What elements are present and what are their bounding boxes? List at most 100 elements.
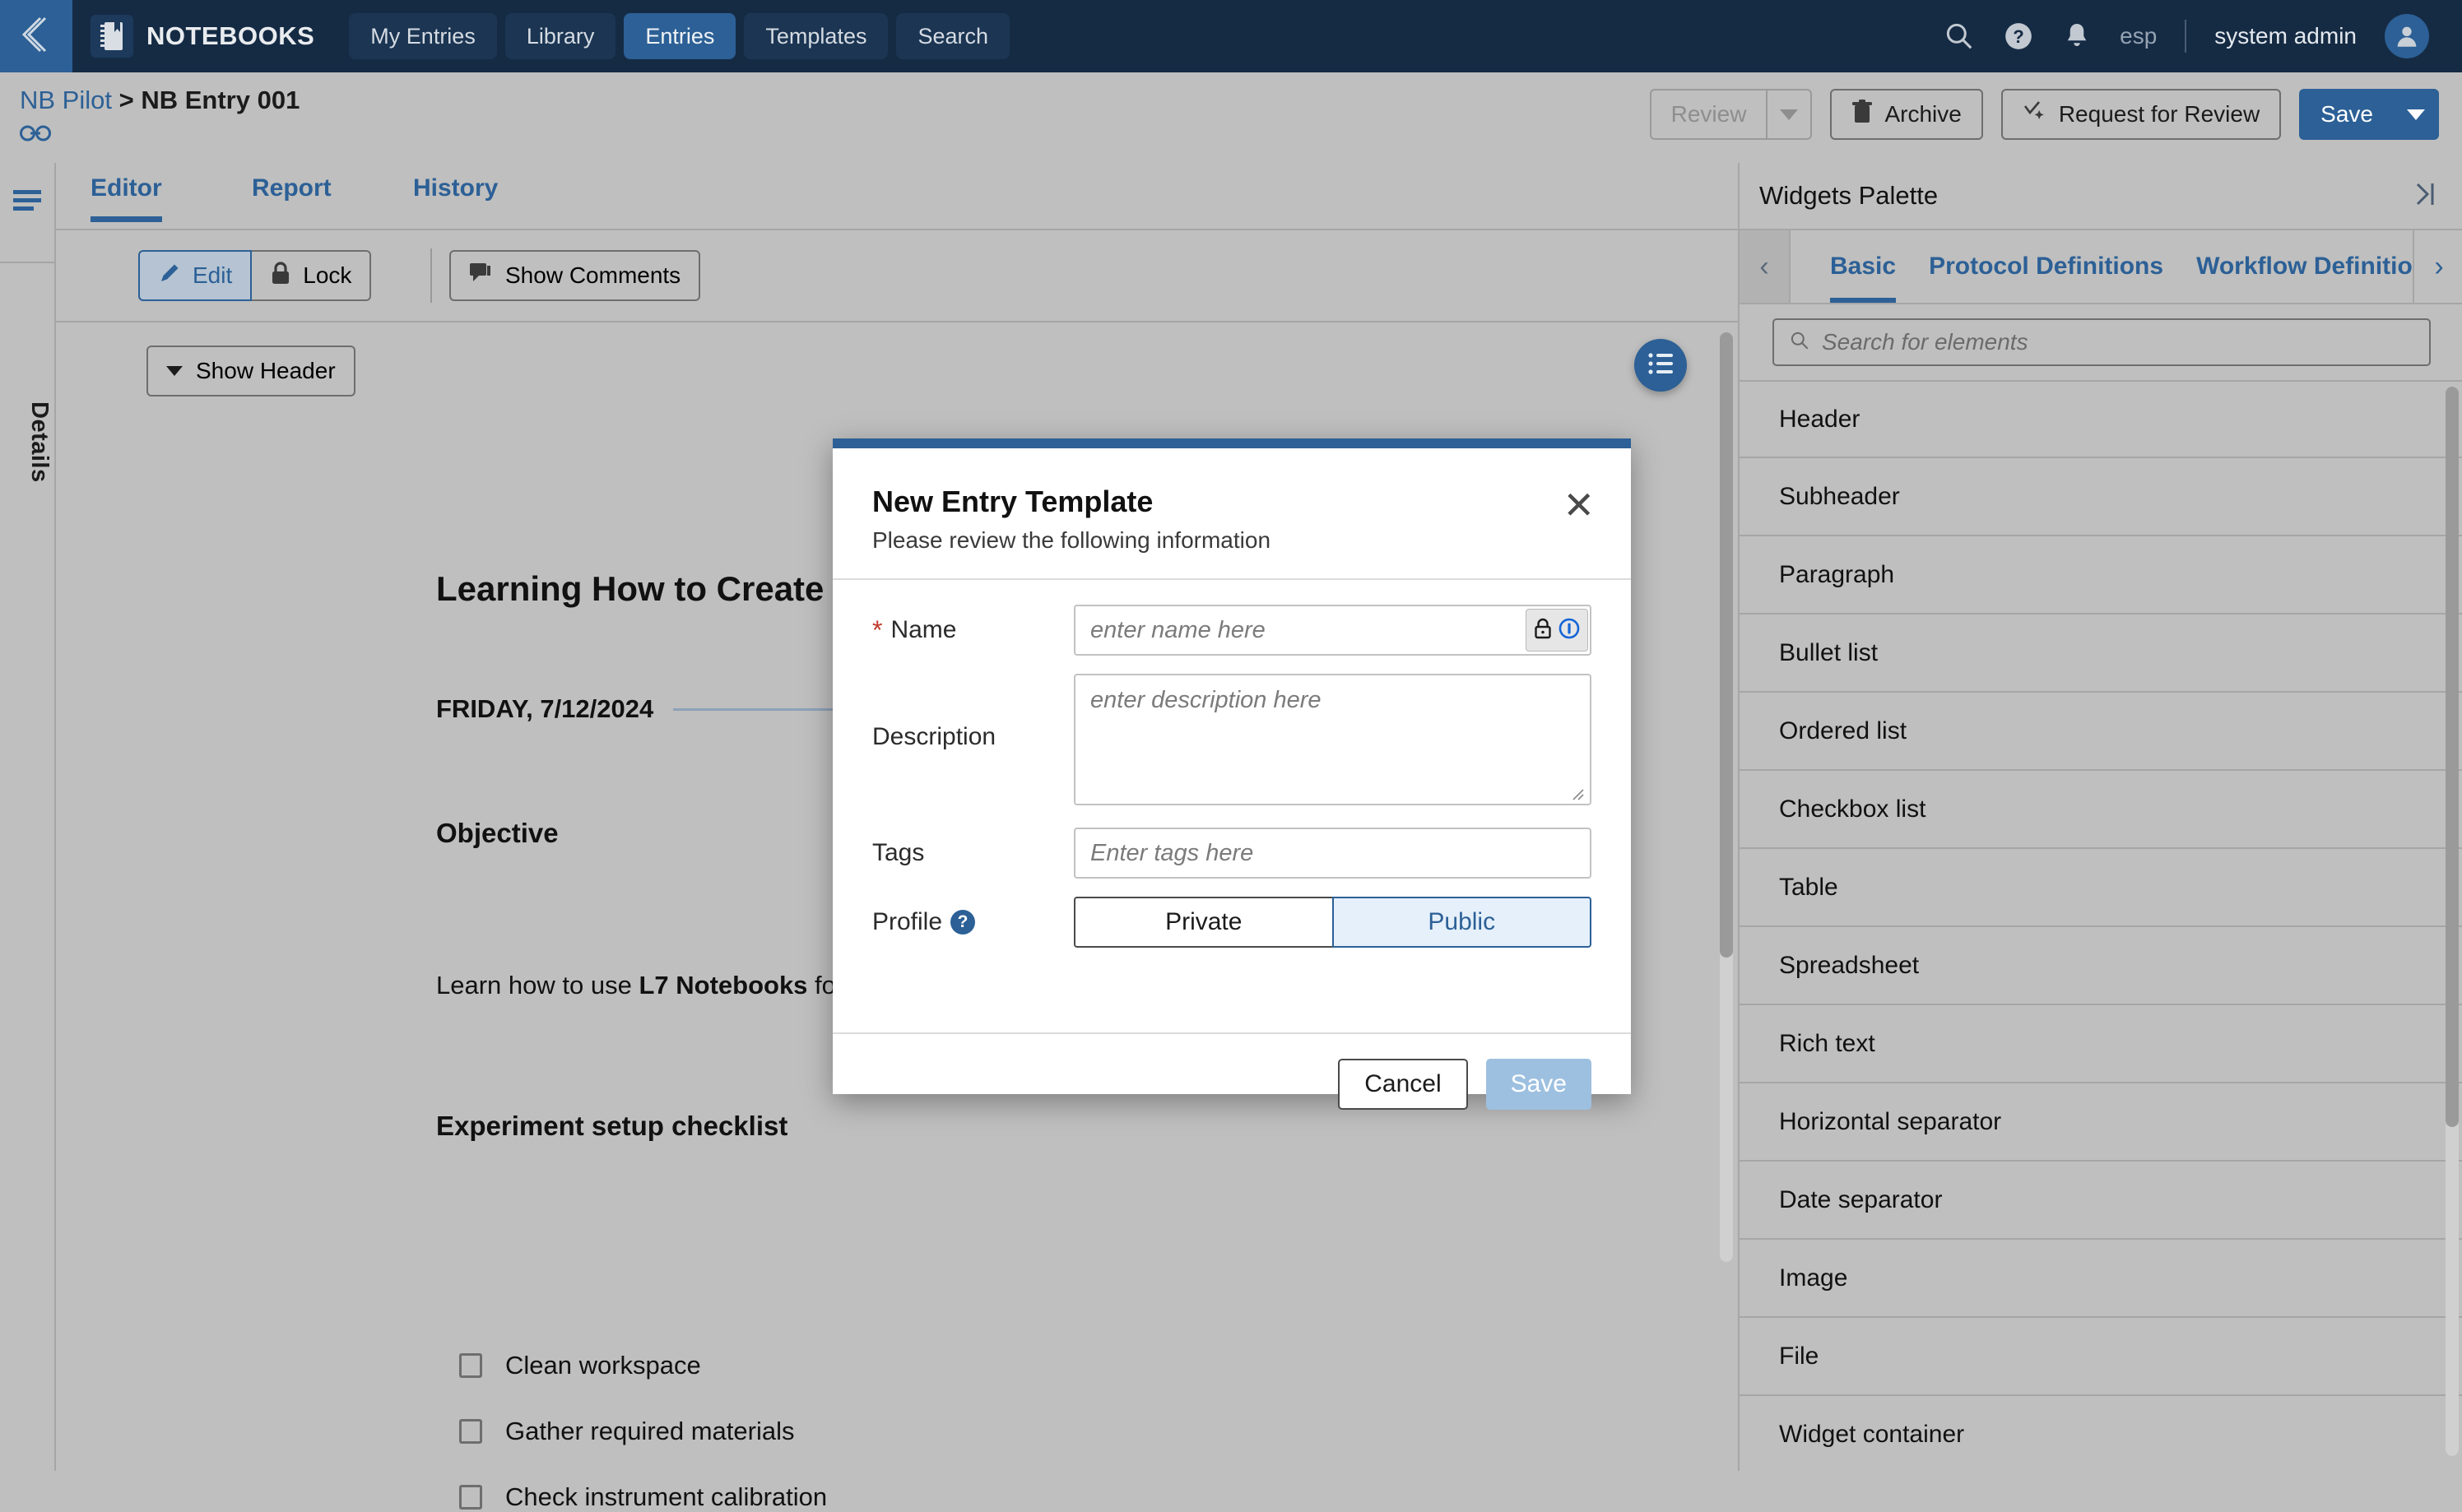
checklist-item-label: Clean workspace bbox=[505, 1351, 701, 1380]
show-header-button[interactable]: Show Header bbox=[146, 346, 355, 397]
nav-item-entries[interactable]: Entries bbox=[624, 13, 736, 59]
checklist-item[interactable]: Check instrument calibration bbox=[459, 1482, 827, 1512]
review-button[interactable]: Review bbox=[1649, 89, 1767, 140]
widget-item-rich-text[interactable]: Rich text bbox=[1740, 1005, 2462, 1083]
save-button[interactable]: Save bbox=[2299, 89, 2393, 140]
paragraph-text-bold: L7 Notebooks bbox=[639, 971, 808, 999]
profile-field-row: Profile ? Private Public bbox=[872, 897, 1591, 948]
palette-tab-protocol-definitions[interactable]: Protocol Definitions bbox=[1929, 253, 2163, 281]
palette-tab-bar: ‹ Basic Protocol Definitions Workflow De… bbox=[1740, 230, 2462, 304]
list-menu-icon[interactable] bbox=[12, 188, 44, 221]
new-entry-template-dialog: New Entry Template Please review the fol… bbox=[833, 438, 1631, 1110]
widget-list-fab-button[interactable] bbox=[1634, 339, 1687, 392]
chevron-right-icon[interactable]: › bbox=[2413, 230, 2462, 303]
widget-item-spreadsheet[interactable]: Spreadsheet bbox=[1740, 927, 2462, 1005]
widget-item-ordered-list[interactable]: Ordered list bbox=[1740, 693, 2462, 771]
collapse-right-icon[interactable] bbox=[2413, 181, 2441, 211]
archive-button[interactable]: Archive bbox=[1830, 89, 1983, 140]
checklist-item[interactable]: Clean workspace bbox=[459, 1351, 701, 1380]
objective-paragraph[interactable]: Learn how to use L7 Notebooks for la bbox=[436, 971, 871, 1000]
editor-scrollbar[interactable] bbox=[1720, 332, 1733, 1262]
name-field-row: * Name bbox=[872, 605, 1591, 656]
chevron-left-icon[interactable]: ‹ bbox=[1740, 230, 1791, 303]
chevron-left-icon bbox=[21, 16, 52, 58]
widget-item-widget-container[interactable]: Widget container bbox=[1740, 1396, 2462, 1471]
bell-icon[interactable] bbox=[2062, 21, 2092, 52]
widget-item-subheader[interactable]: Subheader bbox=[1740, 458, 2462, 536]
lock-icon[interactable] bbox=[1533, 617, 1553, 644]
review-dropdown-button[interactable] bbox=[1766, 89, 1813, 140]
profile-option-private[interactable]: Private bbox=[1074, 897, 1332, 948]
lock-icon bbox=[270, 261, 291, 291]
brand-title: NOTEBOOKS bbox=[146, 21, 315, 50]
request-for-review-button[interactable]: Request for Review bbox=[2000, 89, 2282, 140]
widget-item-date-separator[interactable]: Date separator bbox=[1740, 1162, 2462, 1240]
widget-item-bullet-list[interactable]: Bullet list bbox=[1740, 615, 2462, 693]
lock-button[interactable]: Lock bbox=[252, 250, 372, 301]
cancel-button[interactable]: Cancel bbox=[1338, 1059, 1468, 1110]
palette-scrollbar[interactable] bbox=[2446, 387, 2459, 1456]
edit-button[interactable]: Edit bbox=[138, 250, 253, 301]
save-dropdown-button[interactable] bbox=[2393, 89, 2439, 140]
name-input-wrap bbox=[1074, 605, 1591, 656]
breadcrumb-parent-link[interactable]: NB Pilot bbox=[20, 86, 112, 114]
review-split-button: Review bbox=[1649, 89, 1813, 140]
search-icon bbox=[1789, 330, 1810, 355]
search-input[interactable] bbox=[1822, 329, 2414, 355]
paragraph-text-pre: Learn how to use bbox=[436, 971, 639, 999]
help-circle-icon[interactable]: ? bbox=[2003, 21, 2034, 52]
widget-item-horizontal-separator[interactable]: Horizontal separator bbox=[1740, 1083, 2462, 1162]
nav-item-my-entries[interactable]: My Entries bbox=[349, 13, 497, 59]
widget-item-image[interactable]: Image bbox=[1740, 1240, 2462, 1318]
description-field-label: Description bbox=[872, 723, 996, 750]
close-icon[interactable]: ✕ bbox=[1563, 486, 1595, 524]
description-textarea[interactable] bbox=[1074, 674, 1591, 805]
section-heading-checklist[interactable]: Experiment setup checklist bbox=[436, 1111, 787, 1142]
tab-report[interactable]: Report bbox=[252, 174, 332, 202]
name-input[interactable] bbox=[1074, 605, 1591, 656]
required-asterisk: * bbox=[872, 615, 883, 645]
name-field-adornments bbox=[1526, 609, 1588, 652]
palette-scrollbar-thumb[interactable] bbox=[2446, 387, 2459, 1127]
section-heading-objective[interactable]: Objective bbox=[436, 818, 559, 849]
show-comments-button[interactable]: Show Comments bbox=[449, 250, 701, 301]
nav-item-templates[interactable]: Templates bbox=[744, 13, 889, 59]
archive-label: Archive bbox=[1884, 101, 1962, 127]
info-icon[interactable] bbox=[1558, 617, 1581, 644]
tab-history[interactable]: History bbox=[413, 174, 498, 202]
entry-action-toolbar: Review Archive Request for Review Save bbox=[1649, 89, 2439, 140]
profile-option-public[interactable]: Public bbox=[1331, 897, 1591, 948]
description-input-wrap bbox=[1074, 674, 1591, 809]
widget-item-paragraph[interactable]: Paragraph bbox=[1740, 536, 2462, 615]
name-label-text: Name bbox=[890, 616, 957, 643]
checkbox-icon[interactable] bbox=[459, 1353, 482, 1378]
widget-item-checkbox-list[interactable]: Checkbox list bbox=[1740, 771, 2462, 849]
widget-item-file[interactable]: File bbox=[1740, 1318, 2462, 1396]
language-selector[interactable]: esp bbox=[2120, 23, 2157, 49]
details-panel-label[interactable]: Details bbox=[3, 401, 53, 483]
link-icon[interactable] bbox=[20, 123, 51, 147]
tags-input[interactable] bbox=[1074, 828, 1591, 879]
user-avatar-icon[interactable] bbox=[2385, 14, 2429, 58]
checklist-item[interactable]: Gather required materials bbox=[459, 1417, 795, 1446]
breadcrumb-current: NB Entry 001 bbox=[141, 86, 300, 114]
edit-lock-segmented-control: Edit Lock bbox=[138, 250, 372, 301]
palette-tab-basic[interactable]: Basic bbox=[1830, 253, 1897, 303]
editor-scrollbar-thumb[interactable] bbox=[1720, 332, 1733, 958]
help-icon[interactable]: ? bbox=[950, 910, 976, 935]
search-icon[interactable] bbox=[1944, 21, 1975, 52]
checkbox-icon[interactable] bbox=[459, 1485, 482, 1510]
svg-text:?: ? bbox=[2013, 26, 2024, 47]
dialog-header: New Entry Template Please review the fol… bbox=[833, 448, 1631, 578]
nav-item-search[interactable]: Search bbox=[896, 13, 1010, 59]
widget-item-table[interactable]: Table bbox=[1740, 849, 2462, 927]
name-field-label: * Name bbox=[872, 615, 1074, 646]
collapse-sidebar-button[interactable] bbox=[0, 0, 72, 72]
nav-item-library[interactable]: Library bbox=[504, 13, 616, 59]
save-button[interactable]: Save bbox=[1485, 1059, 1591, 1110]
checkbox-icon[interactable] bbox=[459, 1419, 482, 1444]
tab-editor[interactable]: Editor bbox=[91, 174, 162, 222]
widget-item-header[interactable]: Header bbox=[1740, 380, 2462, 458]
palette-tab-workflow-definitions[interactable]: Workflow Definitio bbox=[2196, 253, 2413, 281]
palette-search-box[interactable] bbox=[1772, 318, 2431, 366]
